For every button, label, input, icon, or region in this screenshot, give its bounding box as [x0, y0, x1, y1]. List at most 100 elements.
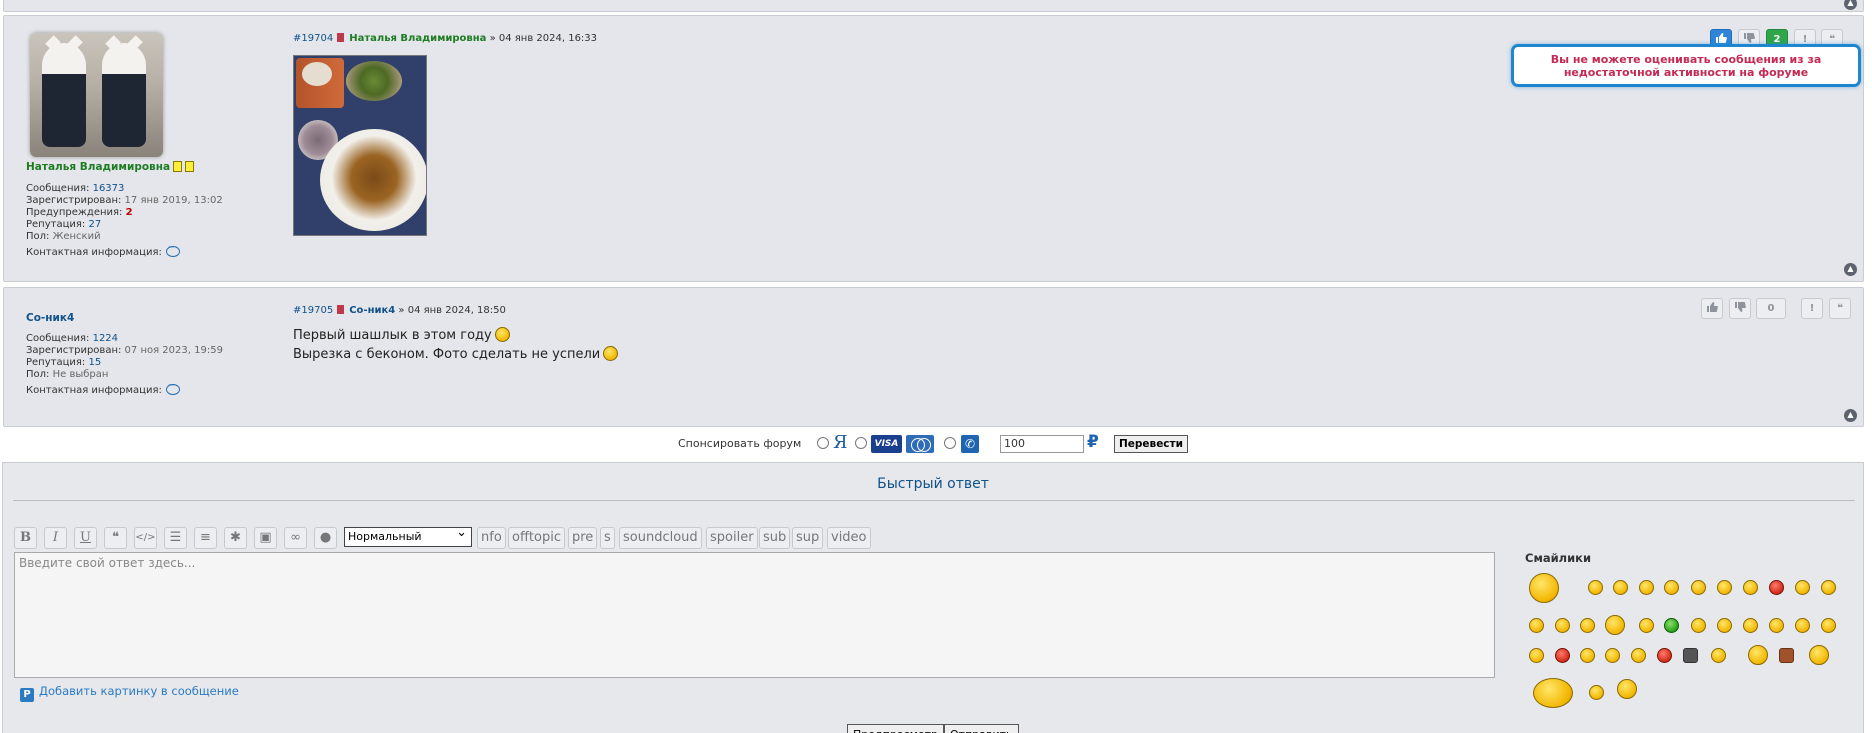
- smiley-icon[interactable]: [1711, 648, 1726, 663]
- confused-smiley-icon[interactable]: [1605, 615, 1625, 635]
- question-smiley-icon[interactable]: [1617, 679, 1637, 699]
- messages-count[interactable]: 16373: [93, 183, 125, 194]
- sick-smiley-icon[interactable]: [1664, 618, 1679, 633]
- list-button[interactable]: ☰: [164, 527, 187, 549]
- hug-smiley-icon[interactable]: [1533, 678, 1573, 708]
- submit-button[interactable]: Отправить: [944, 724, 1019, 733]
- italic-button[interactable]: I: [44, 527, 67, 549]
- preview-button[interactable]: Предпросмотр: [847, 724, 944, 733]
- smiley-icon[interactable]: [1717, 580, 1732, 595]
- cowboy-smiley-icon[interactable]: [1605, 648, 1620, 663]
- report-button[interactable]: !: [1801, 298, 1823, 319]
- color-button[interactable]: ●: [314, 527, 337, 549]
- surprised-smiley-icon[interactable]: [1589, 685, 1604, 700]
- smiley-icon[interactable]: [1743, 618, 1758, 633]
- quote-icon: ❝: [1837, 303, 1843, 314]
- cake-icon[interactable]: [1779, 648, 1794, 663]
- strike-button[interactable]: s: [600, 527, 615, 549]
- quote-format-button[interactable]: ❝: [104, 527, 127, 549]
- smiley-icon[interactable]: [1529, 648, 1544, 663]
- code-icon: </>: [135, 532, 156, 543]
- avatar[interactable]: [30, 33, 163, 157]
- post-id-link[interactable]: #19705: [293, 305, 333, 316]
- smiley-icon[interactable]: [1743, 580, 1758, 595]
- video-button[interactable]: video: [827, 527, 871, 549]
- author-name-text[interactable]: Наталья Владимировна: [26, 161, 170, 173]
- list-item-button[interactable]: ✱: [224, 527, 247, 549]
- image-button[interactable]: ▣: [254, 527, 277, 549]
- smiley-icon[interactable]: [1795, 618, 1810, 633]
- pre-button[interactable]: pre: [568, 527, 598, 549]
- code-button[interactable]: </>: [134, 527, 157, 549]
- translate-button[interactable]: Перевести: [1114, 435, 1188, 453]
- party-smiley-icon[interactable]: [1809, 645, 1829, 665]
- nfo-button[interactable]: nfo: [477, 527, 506, 549]
- link-button[interactable]: ∞: [284, 527, 307, 549]
- smiley-icon[interactable]: [1555, 648, 1570, 663]
- drop-icon: ●: [319, 530, 332, 545]
- smiley-icon[interactable]: [1664, 580, 1679, 595]
- ordered-list-button[interactable]: ≡: [194, 527, 217, 549]
- back-to-top-icon[interactable]: ▲: [1844, 0, 1857, 10]
- reputation-value[interactable]: 27: [88, 219, 101, 230]
- amount-input[interactable]: 100: [1000, 435, 1084, 453]
- sup-button[interactable]: sup: [792, 527, 824, 549]
- payment-radio-card[interactable]: [855, 437, 867, 449]
- dancing-smiley-icon[interactable]: [1529, 573, 1559, 603]
- post-author-link[interactable]: Со-ник4: [349, 305, 395, 316]
- smilies-title: Смайлики: [1525, 551, 1592, 565]
- post-date: » 04 янв 2024, 18:50: [398, 305, 506, 316]
- smiley-icon[interactable]: [1580, 618, 1595, 633]
- font-size-select[interactable]: Нормальный: [344, 524, 472, 547]
- sponsor-bar: Спонсировать форум Я VISA ✆ 100 ₽ Переве…: [0, 432, 1872, 456]
- add-image-link[interactable]: P Добавить картинку в сообщение: [20, 684, 239, 702]
- thumbs-down-smiley-icon[interactable]: [1717, 618, 1732, 633]
- smiley-icon[interactable]: [1821, 580, 1836, 595]
- reputation-value[interactable]: 15: [88, 357, 101, 368]
- underline-button[interactable]: U: [74, 527, 97, 549]
- post-content: Первый шашлык в этом году Вырезка с беко…: [293, 326, 619, 364]
- angry-smiley-icon[interactable]: [1769, 580, 1784, 595]
- post-id-link[interactable]: #19704: [293, 33, 333, 44]
- alarm-smiley-icon[interactable]: [1657, 648, 1672, 663]
- smiley-icon[interactable]: [1821, 618, 1836, 633]
- smiley-icon[interactable]: [1588, 580, 1603, 595]
- smiley-icon[interactable]: [1795, 580, 1810, 595]
- smiley-icon[interactable]: [1748, 645, 1768, 665]
- bold-button[interactable]: B: [14, 527, 37, 549]
- contact-chat-icon[interactable]: [165, 380, 180, 395]
- author-name[interactable]: Со-ник4: [26, 312, 74, 324]
- smiley-icon[interactable]: [1639, 580, 1654, 595]
- idea-smiley-icon[interactable]: [1631, 648, 1646, 663]
- post-author-link[interactable]: Наталья Владимировна: [349, 33, 486, 44]
- smiley-icon[interactable]: [1639, 618, 1654, 633]
- dislike-button[interactable]: [1729, 298, 1751, 319]
- reply-textarea[interactable]: Введите свой ответ здесь...: [14, 552, 1495, 678]
- author-name[interactable]: Наталья Владимировна: [26, 161, 195, 173]
- smiley-icon[interactable]: [1555, 618, 1570, 633]
- smiley-icon[interactable]: [1580, 648, 1595, 663]
- back-to-top-icon[interactable]: ▲: [1844, 263, 1857, 276]
- smiley-icon[interactable]: [1613, 580, 1628, 595]
- spoiler-button[interactable]: spoiler: [706, 527, 758, 549]
- contact-chat-icon[interactable]: [165, 242, 180, 257]
- exclamation-icon: !: [1809, 303, 1815, 314]
- offtopic-button[interactable]: offtopic: [508, 527, 565, 549]
- payment-radio-yandex[interactable]: [817, 437, 829, 449]
- soundcloud-button[interactable]: soundcloud: [619, 527, 702, 549]
- rating-score: 0: [1756, 298, 1786, 319]
- sub-button[interactable]: sub: [759, 527, 791, 549]
- back-to-top-icon[interactable]: ▲: [1844, 409, 1857, 422]
- underline-icon: U: [80, 530, 91, 545]
- payment-radio-phone[interactable]: [944, 437, 956, 449]
- image-icon: ▣: [259, 530, 272, 545]
- quote-button[interactable]: ❝: [1829, 298, 1851, 319]
- grave-icon[interactable]: [1683, 648, 1698, 663]
- post-photo[interactable]: [293, 55, 427, 236]
- messages-count[interactable]: 1224: [93, 333, 118, 344]
- like-button[interactable]: [1701, 298, 1723, 319]
- smiley-icon[interactable]: [1769, 618, 1784, 633]
- smiley-icon[interactable]: [1691, 580, 1706, 595]
- smiley-icon[interactable]: [1691, 618, 1706, 633]
- smiley-icon[interactable]: [1529, 618, 1544, 633]
